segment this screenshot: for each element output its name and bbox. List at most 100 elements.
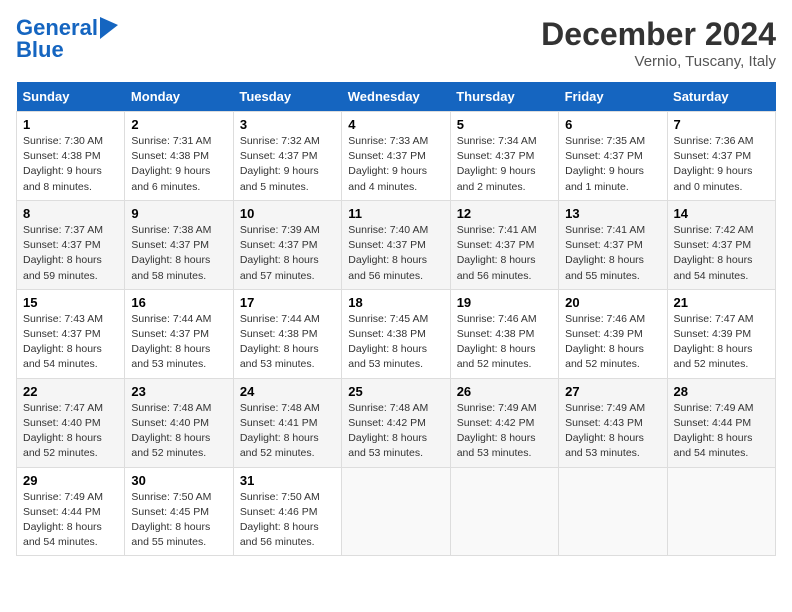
day-cell: 11Sunrise: 7:40 AM Sunset: 4:37 PM Dayli… — [342, 200, 450, 289]
day-number: 1 — [23, 117, 118, 132]
week-row-4: 22 Sunrise: 7:47 AM Sunset: 4:40 PM Dayli… — [17, 378, 776, 467]
day-number: 6 — [565, 117, 660, 132]
day-number: 10 — [240, 206, 335, 221]
day-info: Sunrise: 7:41 AM Sunset: 4:37 PM Dayligh… — [457, 224, 537, 282]
day-cell: 21 Sunrise: 7:47 AM Sunset: 4:39 PM Dayli… — [667, 289, 775, 378]
day-cell: 28 Sunrise: 7:49 AM Sunset: 4:44 PM Dayli… — [667, 378, 775, 467]
day-cell — [559, 467, 667, 556]
week-row-2: 8 Sunrise: 7:37 AM Sunset: 4:37 PM Daylig… — [17, 200, 776, 289]
day-number: 4 — [348, 117, 443, 132]
day-cell: 4 Sunrise: 7:33 AM Sunset: 4:37 PM Daylig… — [342, 112, 450, 201]
day-info: Sunrise: 7:50 AM Sunset: 4:46 PM Dayligh… — [240, 491, 320, 549]
day-info: Sunrise: 7:50 AM Sunset: 4:45 PM Dayligh… — [131, 491, 211, 549]
day-info: Sunrise: 7:49 AM Sunset: 4:44 PM Dayligh… — [674, 402, 754, 460]
main-title: December 2024 — [541, 16, 776, 53]
day-info: Sunrise: 7:47 AM Sunset: 4:40 PM Dayligh… — [23, 402, 103, 460]
subtitle: Vernio, Tuscany, Italy — [541, 53, 776, 70]
logo-text-line2: Blue — [16, 38, 64, 62]
day-cell — [342, 467, 450, 556]
header-cell-friday: Friday — [559, 82, 667, 112]
day-cell: 18 Sunrise: 7:45 AM Sunset: 4:38 PM Dayli… — [342, 289, 450, 378]
day-info: Sunrise: 7:48 AM Sunset: 4:40 PM Dayligh… — [131, 402, 211, 460]
logo-icon — [100, 17, 118, 39]
day-cell: 12 Sunrise: 7:41 AM Sunset: 4:37 PM Dayli… — [450, 200, 558, 289]
week-row-1: 1 Sunrise: 7:30 AM Sunset: 4:38 PM Daylig… — [17, 112, 776, 201]
day-cell: 27 Sunrise: 7:49 AM Sunset: 4:43 PM Dayli… — [559, 378, 667, 467]
day-number: 8 — [23, 206, 118, 221]
day-number: 17 — [240, 295, 335, 310]
day-number: 21 — [674, 295, 769, 310]
day-cell: 20 Sunrise: 7:46 AM Sunset: 4:39 PM Dayli… — [559, 289, 667, 378]
day-number: 16 — [131, 295, 226, 310]
day-info: Sunrise: 7:39 AM Sunset: 4:37 PM Dayligh… — [240, 224, 320, 282]
header-cell-monday: Monday — [125, 82, 233, 112]
header: General Blue December 2024 Vernio, Tusca… — [16, 16, 776, 70]
day-cell: 24 Sunrise: 7:48 AM Sunset: 4:41 PM Dayli… — [233, 378, 341, 467]
day-number: 9 — [131, 206, 226, 221]
header-cell-tuesday: Tuesday — [233, 82, 341, 112]
day-info: Sunrise: 7:44 AM Sunset: 4:37 PM Dayligh… — [131, 313, 211, 371]
day-number: 12 — [457, 206, 552, 221]
day-info: Sunrise: 7:48 AM Sunset: 4:41 PM Dayligh… — [240, 402, 320, 460]
day-info: Sunrise: 7:31 AM Sunset: 4:38 PM Dayligh… — [131, 135, 211, 193]
day-number: 20 — [565, 295, 660, 310]
day-number: 23 — [131, 384, 226, 399]
day-number: 24 — [240, 384, 335, 399]
day-cell: 8 Sunrise: 7:37 AM Sunset: 4:37 PM Daylig… — [17, 200, 125, 289]
day-number: 7 — [674, 117, 769, 132]
day-cell: 16 Sunrise: 7:44 AM Sunset: 4:37 PM Dayli… — [125, 289, 233, 378]
day-number: 18 — [348, 295, 443, 310]
week-row-5: 29Sunrise: 7:49 AM Sunset: 4:44 PM Dayli… — [17, 467, 776, 556]
day-cell: 31 Sunrise: 7:50 AM Sunset: 4:46 PM Dayli… — [233, 467, 341, 556]
day-number: 2 — [131, 117, 226, 132]
day-cell: 14 Sunrise: 7:42 AM Sunset: 4:37 PM Dayli… — [667, 200, 775, 289]
day-info: Sunrise: 7:36 AM Sunset: 4:37 PM Dayligh… — [674, 135, 754, 193]
week-row-3: 15 Sunrise: 7:43 AM Sunset: 4:37 PM Dayli… — [17, 289, 776, 378]
day-cell: 19Sunrise: 7:46 AM Sunset: 4:38 PM Dayli… — [450, 289, 558, 378]
day-info: Sunrise: 7:38 AM Sunset: 4:37 PM Dayligh… — [131, 224, 211, 282]
day-number: 22 — [23, 384, 118, 399]
day-number: 15 — [23, 295, 118, 310]
day-info: Sunrise: 7:49 AM Sunset: 4:42 PM Dayligh… — [457, 402, 537, 460]
header-cell-thursday: Thursday — [450, 82, 558, 112]
day-cell: 6Sunrise: 7:35 AM Sunset: 4:37 PM Daylig… — [559, 112, 667, 201]
day-cell: 3Sunrise: 7:32 AM Sunset: 4:37 PM Daylig… — [233, 112, 341, 201]
day-cell: 29Sunrise: 7:49 AM Sunset: 4:44 PM Dayli… — [17, 467, 125, 556]
day-number: 5 — [457, 117, 552, 132]
day-info: Sunrise: 7:30 AM Sunset: 4:38 PM Dayligh… — [23, 135, 103, 193]
day-cell: 5Sunrise: 7:34 AM Sunset: 4:37 PM Daylig… — [450, 112, 558, 201]
day-info: Sunrise: 7:43 AM Sunset: 4:37 PM Dayligh… — [23, 313, 103, 371]
day-info: Sunrise: 7:33 AM Sunset: 4:37 PM Dayligh… — [348, 135, 428, 193]
day-info: Sunrise: 7:45 AM Sunset: 4:38 PM Dayligh… — [348, 313, 428, 371]
day-number: 25 — [348, 384, 443, 399]
day-info: Sunrise: 7:49 AM Sunset: 4:44 PM Dayligh… — [23, 491, 103, 549]
day-info: Sunrise: 7:32 AM Sunset: 4:37 PM Dayligh… — [240, 135, 320, 193]
day-info: Sunrise: 7:47 AM Sunset: 4:39 PM Dayligh… — [674, 313, 754, 371]
header-cell-saturday: Saturday — [667, 82, 775, 112]
calendar-table: SundayMondayTuesdayWednesdayThursdayFrid… — [16, 82, 776, 556]
day-info: Sunrise: 7:46 AM Sunset: 4:39 PM Dayligh… — [565, 313, 645, 371]
day-cell: 22 Sunrise: 7:47 AM Sunset: 4:40 PM Dayli… — [17, 378, 125, 467]
day-info: Sunrise: 7:42 AM Sunset: 4:37 PM Dayligh… — [674, 224, 754, 282]
day-cell — [450, 467, 558, 556]
day-cell: 15 Sunrise: 7:43 AM Sunset: 4:37 PM Dayli… — [17, 289, 125, 378]
day-number: 11 — [348, 206, 443, 221]
day-cell: 10 Sunrise: 7:39 AM Sunset: 4:37 PM Dayli… — [233, 200, 341, 289]
day-number: 14 — [674, 206, 769, 221]
day-info: Sunrise: 7:37 AM Sunset: 4:37 PM Dayligh… — [23, 224, 103, 282]
day-number: 27 — [565, 384, 660, 399]
day-cell: 23 Sunrise: 7:48 AM Sunset: 4:40 PM Dayli… — [125, 378, 233, 467]
day-cell: 17 Sunrise: 7:44 AM Sunset: 4:38 PM Dayli… — [233, 289, 341, 378]
day-info: Sunrise: 7:44 AM Sunset: 4:38 PM Dayligh… — [240, 313, 320, 371]
day-info: Sunrise: 7:49 AM Sunset: 4:43 PM Dayligh… — [565, 402, 645, 460]
day-cell: 1 Sunrise: 7:30 AM Sunset: 4:38 PM Daylig… — [17, 112, 125, 201]
day-number: 13 — [565, 206, 660, 221]
day-cell: 2 Sunrise: 7:31 AM Sunset: 4:38 PM Daylig… — [125, 112, 233, 201]
day-number: 28 — [674, 384, 769, 399]
day-cell: 9 Sunrise: 7:38 AM Sunset: 4:37 PM Daylig… — [125, 200, 233, 289]
day-cell: 30 Sunrise: 7:50 AM Sunset: 4:45 PM Dayli… — [125, 467, 233, 556]
day-number: 31 — [240, 473, 335, 488]
day-number: 30 — [131, 473, 226, 488]
day-number: 26 — [457, 384, 552, 399]
header-cell-sunday: Sunday — [17, 82, 125, 112]
